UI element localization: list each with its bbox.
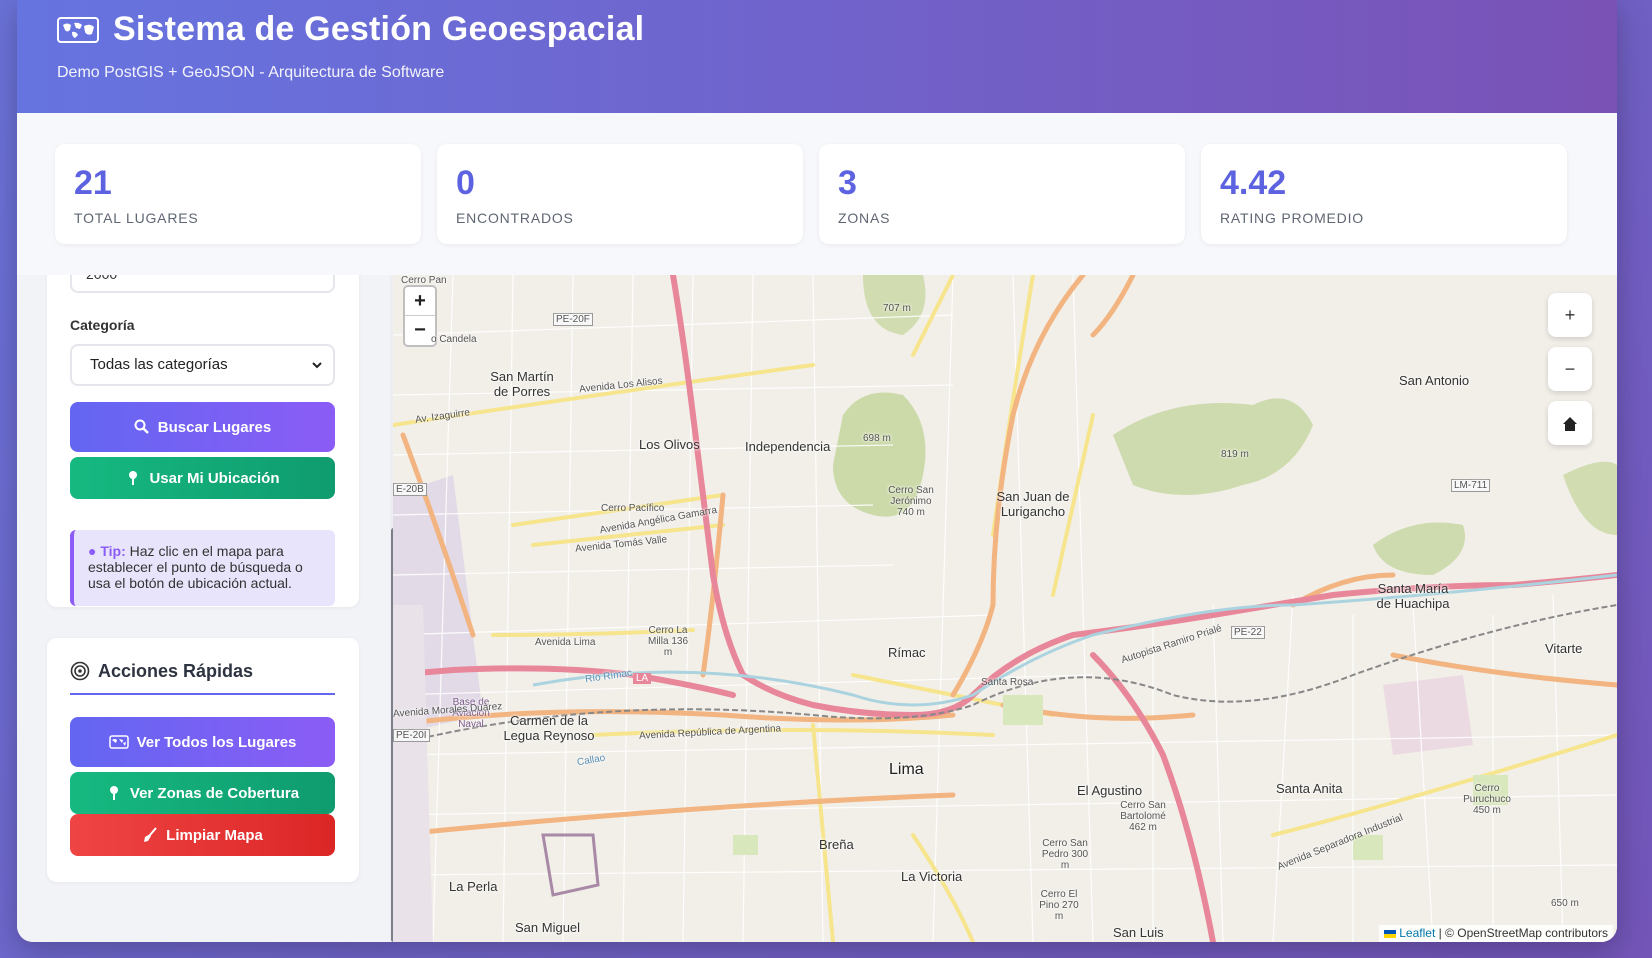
stat-label: TOTAL LUGARES xyxy=(74,210,199,226)
stat-value: 0 xyxy=(456,164,475,202)
map-label-rimac: Rímac xyxy=(888,645,926,660)
map-label-la-victoria: La Victoria xyxy=(901,869,963,884)
target-icon xyxy=(70,661,90,681)
quick-actions-panel: Acciones Rápidas Ver Todos los Lugares V… xyxy=(47,638,359,882)
search-button-label: Buscar Lugares xyxy=(157,418,272,436)
tip-label: Tip: xyxy=(100,543,126,559)
map-label-650m: 650 m xyxy=(1551,898,1579,909)
category-label: Categoría xyxy=(70,317,135,333)
map-label-cerro-san-jeronimo: Cerro San Jerónimo 740 m xyxy=(888,485,934,518)
stat-label: ZONAS xyxy=(838,210,891,226)
chevron-down-icon xyxy=(312,362,322,369)
stats-bar: 21 TOTAL LUGARES 0 ENCONTRADOS 3 ZONAS 4… xyxy=(17,113,1617,275)
world-map-icon xyxy=(108,735,129,749)
map-label-sjl: San Juan de Lurigancho xyxy=(996,489,1070,519)
view-all-places-label: Ver Todos los Lugares xyxy=(136,733,297,751)
map-attribution: Leaflet | © OpenStreetMap contributors xyxy=(1378,925,1613,942)
app-title: Sistema de Gestión Geoespacial xyxy=(113,10,645,48)
world-map-icon xyxy=(57,16,99,43)
app-window: Sistema de Gestión Geoespacial Demo Post… xyxy=(17,0,1617,942)
clear-map-button[interactable]: Limpiar Mapa xyxy=(70,814,335,856)
map-label-pe22: PE-22 xyxy=(1231,626,1265,639)
map-label-la-perla: La Perla xyxy=(449,879,498,894)
use-location-button[interactable]: Usar Mi Ubicación xyxy=(70,457,335,499)
map-label-vitarte: Vitarte xyxy=(1545,641,1583,656)
map-label-la: LA xyxy=(633,673,652,684)
map-label-698m: 698 m xyxy=(863,433,891,444)
map-label-brena: Breña xyxy=(819,837,854,852)
clear-map-label: Limpiar Mapa xyxy=(166,826,263,844)
tip-box: ● Tip: Haz clic en el mapa para establec… xyxy=(70,530,335,606)
ukraine-flag-icon xyxy=(1383,929,1396,938)
stat-card-zones: 3 ZONAS xyxy=(819,144,1185,244)
map-label-cerro-candela: o Candela xyxy=(431,334,477,345)
map-label-santa-anita: Santa Anita xyxy=(1276,781,1343,796)
map-label-lima: Lima xyxy=(889,761,924,778)
view-coverage-label: Ver Zonas de Cobertura xyxy=(129,784,300,802)
map-label-santa-rosa: Santa Rosa xyxy=(981,677,1034,688)
leaflet-link[interactable]: Leaflet xyxy=(1399,926,1435,940)
stat-value: 3 xyxy=(838,164,857,202)
map-label-cerro-pan: Cerro Pan xyxy=(401,275,447,286)
map-label-independencia: Independencia xyxy=(745,439,831,454)
lightbulb-icon: ● xyxy=(88,543,97,559)
use-location-label: Usar Mi Ubicación xyxy=(149,469,280,487)
map-label-cerro-puruchuco: Cerro Puruchuco 450 m xyxy=(1463,783,1511,816)
map-label-cerro-san-pedro: Cerro San Pedro 300 m xyxy=(1041,838,1089,871)
map-label-e20b: E-20B xyxy=(393,483,427,496)
app-subtitle: Demo PostGIS + GeoJSON - Arquitectura de… xyxy=(57,64,445,81)
search-panel: Categoría Todas las categorías Buscar Lu… xyxy=(47,275,359,607)
map-label-cerro-el-pino: Cerro El Pino 270 m xyxy=(1039,889,1079,922)
category-selected-value: Todas las categorías xyxy=(90,356,228,373)
view-coverage-button[interactable]: Ver Zonas de Cobertura xyxy=(70,772,335,814)
map-label-cerro-san-bartolome: Cerro San Bartolomé 462 m xyxy=(1120,800,1166,833)
map-view[interactable]: + − + − Lima Rímac San Martín de Porres … xyxy=(393,275,1617,942)
map-label-av-lima: Avenida Lima xyxy=(535,637,596,648)
map-label-el-agustino: El Agustino xyxy=(1077,783,1143,798)
stat-label: RATING PROMEDIO xyxy=(1220,210,1364,226)
pin-icon xyxy=(109,786,118,800)
stat-card-rating: 4.42 RATING PROMEDIO xyxy=(1201,144,1567,244)
map-label-pe20f: PE-20F xyxy=(553,313,593,326)
map-label-santa-maria: Santa María de Huachipa xyxy=(1376,581,1450,611)
map-label-san-antonio: San Antonio xyxy=(1399,373,1470,388)
view-all-places-button[interactable]: Ver Todos los Lugares xyxy=(70,717,335,767)
home-button[interactable] xyxy=(1548,401,1592,445)
quick-actions-title: Acciones Rápidas xyxy=(98,661,254,681)
stat-card-total: 21 TOTAL LUGARES xyxy=(55,144,421,244)
map-label-san-miguel: San Miguel xyxy=(515,920,581,935)
search-button[interactable]: Buscar Lugares xyxy=(70,402,335,452)
home-icon xyxy=(1563,417,1577,432)
map-zoom-in-button[interactable]: + xyxy=(405,287,435,316)
radius-input[interactable] xyxy=(70,275,335,293)
stat-value: 21 xyxy=(74,164,112,202)
map-label-carmen: Carmen de la Legua Reynoso xyxy=(503,713,595,743)
map-label-los-olivos: Los Olivos xyxy=(639,437,700,452)
pin-icon xyxy=(129,471,138,485)
map-label-lm711: LM-711 xyxy=(1451,479,1491,492)
stat-value: 4.42 xyxy=(1220,164,1287,202)
attribution-text: | © OpenStreetMap contributors xyxy=(1435,926,1608,940)
app-header: Sistema de Gestión Geoespacial Demo Post… xyxy=(17,0,1617,113)
map-label-707m: 707 m xyxy=(883,303,911,314)
map-label-cerro-pacifico: Cerro Pacífico xyxy=(601,503,665,514)
sidebar: Categoría Todas las categorías Buscar Lu… xyxy=(17,275,393,942)
custom-zoom-out-button[interactable]: − xyxy=(1548,347,1592,391)
map-label-pe20i: PE-20I xyxy=(393,729,430,742)
custom-zoom-in-button[interactable]: + xyxy=(1548,293,1592,337)
quick-actions-header: Acciones Rápidas xyxy=(70,661,335,695)
category-select[interactable]: Todas las categorías xyxy=(70,344,335,386)
map-label-san-martin: San Martín de Porres xyxy=(490,369,554,399)
stat-card-found: 0 ENCONTRADOS xyxy=(437,144,803,244)
stat-label: ENCONTRADOS xyxy=(456,210,574,226)
search-icon xyxy=(134,419,149,434)
map-label-819m: 819 m xyxy=(1221,449,1249,460)
map-label-san-luis: San Luis xyxy=(1113,925,1164,940)
map-label-cerro-la-milla: Cerro La Milla 136 m xyxy=(647,625,689,658)
broom-icon xyxy=(144,827,157,842)
